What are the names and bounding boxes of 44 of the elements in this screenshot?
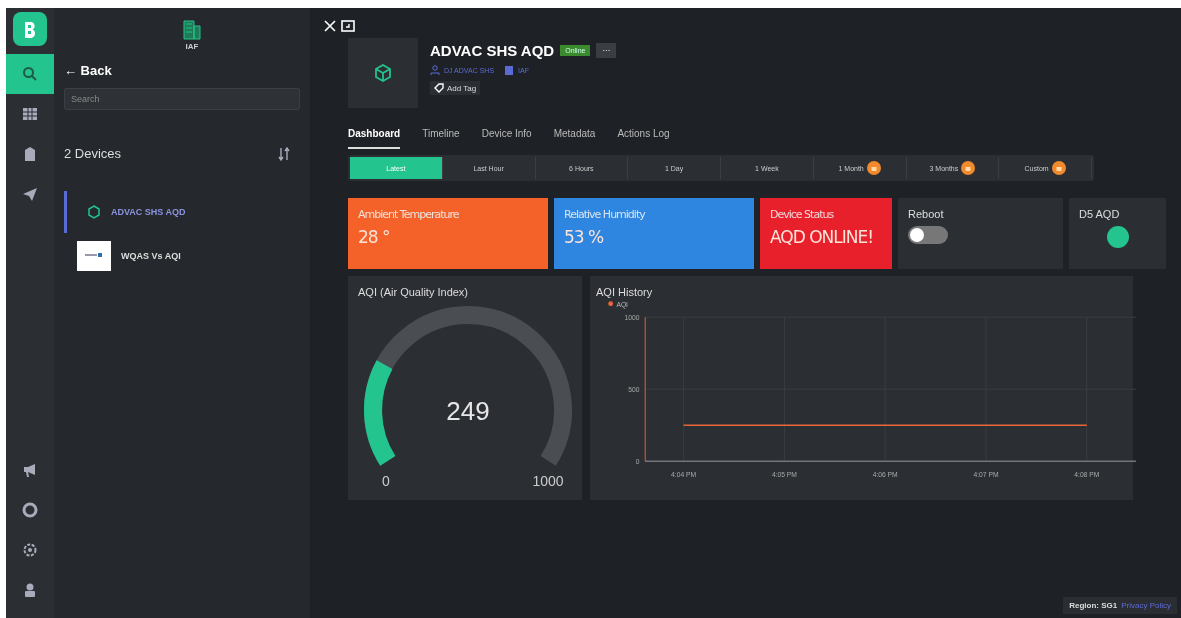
- organization-name: IAF: [185, 42, 199, 51]
- widget-title: Reboot: [908, 208, 945, 220]
- lock-icon: [1051, 161, 1066, 175]
- lock-icon: [866, 161, 881, 175]
- widget-value: AQD ONLINE!: [770, 227, 875, 247]
- tab[interactable]: Metadata: [553, 128, 596, 149]
- search-icon[interactable]: [6, 54, 54, 94]
- building-icon: [183, 18, 201, 40]
- widget-title: Relative Humidity: [564, 208, 647, 221]
- logo-icon[interactable]: [13, 12, 47, 46]
- widget-value: 28 °: [358, 227, 391, 247]
- toggle-switch[interactable]: [908, 226, 948, 244]
- device-list-item[interactable]: ADVAC SHS AQD: [64, 191, 300, 233]
- lock-icon: [961, 161, 976, 175]
- more-button[interactable]: ···: [596, 43, 617, 58]
- building-icon: [504, 65, 515, 75]
- widget-title: Device Status: [770, 208, 835, 221]
- back-link[interactable]: ← Back: [64, 63, 300, 78]
- tab[interactable]: Dashboard: [348, 128, 401, 149]
- widget-title: D5 AQD: [1079, 208, 1120, 220]
- tab[interactable]: Device Info: [481, 128, 532, 149]
- close-icon[interactable]: [324, 20, 336, 32]
- device-title: ADVAC SHS AQD: [430, 42, 555, 59]
- chart-title: AQI History: [596, 286, 654, 298]
- gauge-value: 249: [446, 396, 490, 426]
- device-count: 2 Devices: [64, 146, 122, 161]
- device-list-item[interactable]: WQAS Vs AQI: [64, 233, 300, 279]
- tab[interactable]: Timeline: [422, 128, 460, 149]
- add-tag-button[interactable]: Add Tag: [430, 81, 481, 95]
- user-icon: [430, 65, 440, 75]
- gauge-title: AQI (Air Quality Index): [358, 286, 470, 298]
- expand-icon[interactable]: [341, 20, 355, 32]
- tab[interactable]: Actions Log: [617, 128, 670, 149]
- tag-icon: [434, 83, 444, 93]
- gauge-max-label: 1000: [532, 473, 564, 488]
- gauge-min-label: 0: [382, 473, 390, 488]
- sort-icon[interactable]: [278, 146, 290, 161]
- cube-icon: [87, 205, 101, 219]
- region-link[interactable]: Region: SG1: [1069, 601, 1118, 610]
- widget-title: Ambient Temperature: [358, 208, 460, 221]
- widget-value: 53 %: [564, 227, 605, 247]
- search-field[interactable]: Search: [64, 88, 300, 110]
- device-thumbnail-icon: [77, 241, 111, 271]
- cube-icon: [373, 63, 393, 83]
